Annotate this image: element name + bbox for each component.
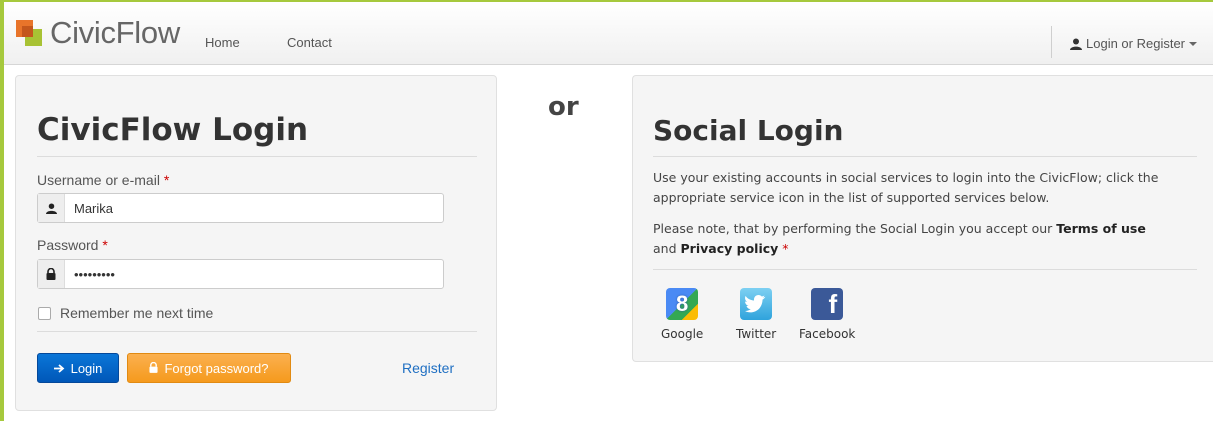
social-description: Use your existing accounts in social ser… (653, 170, 1159, 205)
social-note: Please note, that by performing the Soci… (653, 221, 1146, 256)
forgot-password-label: Forgot password? (164, 360, 269, 376)
social-title-divider (653, 156, 1197, 157)
password-input[interactable]: ••••••••• (37, 259, 444, 289)
social-login-panel: Social Login Use your existing accounts … (632, 75, 1213, 362)
login-register-dropdown[interactable]: Login or Register (1070, 36, 1197, 51)
register-link[interactable]: Register (402, 360, 454, 376)
brand-link[interactable]: CivicFlow (16, 15, 180, 50)
username-value: Marika (74, 200, 114, 216)
arrow-right-icon (53, 361, 65, 376)
login-register-label: Login or Register (1086, 36, 1185, 51)
username-input[interactable]: Marika (37, 193, 444, 223)
civicflow-logo-icon (16, 20, 42, 46)
login-button[interactable]: Login (37, 353, 119, 383)
login-title: CivicFlow Login (37, 112, 309, 148)
login-button-label: Login (70, 360, 103, 376)
remember-me-checkbox[interactable] (38, 306, 51, 320)
facebook-icon: f (811, 288, 844, 320)
lock-icon (149, 361, 159, 376)
login-panel: CivicFlow Login Username or e-mail * Mar… (15, 75, 497, 411)
username-label: Username or e-mail * (37, 172, 170, 188)
caret-down-icon (1189, 41, 1197, 46)
privacy-policy-link[interactable]: Privacy policy (681, 241, 779, 256)
forgot-password-button[interactable]: Forgot password? (127, 353, 291, 383)
remember-me-row[interactable]: Remember me next time (38, 305, 213, 321)
google-label: Google (661, 327, 704, 341)
password-label: Password * (37, 237, 108, 253)
password-value: ••••••••• (74, 266, 115, 282)
google-login-button[interactable]: 8 Google (661, 288, 703, 341)
nav-contact-link[interactable]: Contact (287, 35, 332, 50)
facebook-label: Facebook (799, 327, 856, 341)
social-login-title: Social Login (653, 114, 844, 147)
user-icon (1070, 38, 1082, 50)
form-divider (37, 331, 477, 332)
twitter-icon (740, 288, 773, 320)
facebook-login-button[interactable]: f Facebook (799, 288, 855, 341)
remember-me-label: Remember me next time (60, 305, 214, 321)
brand-name: CivicFlow (50, 15, 180, 50)
twitter-login-button[interactable]: Twitter (736, 288, 776, 341)
terms-of-use-link[interactable]: Terms of use (1056, 221, 1146, 236)
nav-home-link[interactable]: Home (205, 35, 240, 50)
user-icon (38, 194, 65, 222)
title-divider (37, 156, 477, 157)
google-icon: 8 (666, 288, 699, 320)
top-navbar: CivicFlow Home Contact Login or Register (4, 2, 1213, 65)
or-separator: or (548, 92, 579, 122)
lock-icon (38, 260, 65, 288)
nav-divider (1051, 26, 1052, 58)
social-note-divider (653, 269, 1197, 270)
twitter-label: Twitter (736, 327, 777, 341)
